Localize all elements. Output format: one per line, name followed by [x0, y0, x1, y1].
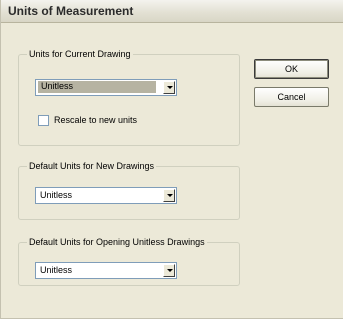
current-drawing-legend: Units for Current Drawing: [27, 48, 133, 60]
current-units-value: Unitless: [38, 81, 156, 93]
chevron-down-icon[interactable]: [163, 189, 175, 202]
opening-unitless-units-value: Unitless: [40, 265, 73, 275]
current-units-select[interactable]: Unitless: [35, 79, 177, 96]
new-drawings-legend: Default Units for New Drawings: [27, 160, 157, 172]
ok-button[interactable]: OK: [254, 59, 329, 79]
title-bar: Units of Measurement: [1, 0, 343, 23]
opening-unitless-legend: Default Units for Opening Unitless Drawi…: [27, 236, 207, 248]
dialog-title: Units of Measurement: [8, 4, 134, 18]
units-dialog: Units of Measurement Units for Current D…: [0, 0, 343, 319]
current-drawing-group: Units for Current Drawing: [18, 48, 240, 146]
chevron-down-icon[interactable]: [163, 81, 175, 94]
rescale-checkbox[interactable]: [38, 115, 49, 126]
new-drawings-units-select[interactable]: Unitless: [35, 187, 177, 204]
chevron-down-icon[interactable]: [163, 264, 175, 277]
rescale-label[interactable]: Rescale to new units: [54, 115, 137, 126]
new-drawings-units-value: Unitless: [40, 190, 73, 200]
opening-unitless-units-select[interactable]: Unitless: [35, 262, 177, 279]
cancel-button[interactable]: Cancel: [254, 87, 329, 107]
